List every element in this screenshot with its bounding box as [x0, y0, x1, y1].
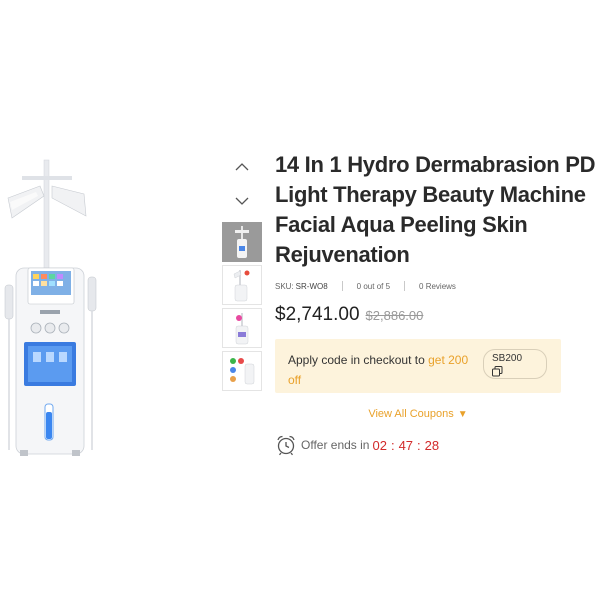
meta-divider: [404, 281, 406, 291]
product-title-line-4: Rejuvenation: [275, 242, 410, 267]
chevron-up-icon: [235, 163, 249, 171]
product-title: 14 In 1 Hydro Dermabrasion PD Light Ther…: [275, 150, 600, 270]
sku-label: SKU:: [275, 281, 294, 291]
coupon-highlight-off: off: [288, 373, 302, 387]
coupon-banner: Apply code in checkout to get 200 off SB…: [275, 339, 561, 393]
product-title-line-1: 14 In 1 Hydro Dermabrasion PD: [275, 152, 596, 177]
countdown-minutes: 47: [398, 437, 414, 453]
offer-label: Offer ends in: [301, 438, 370, 452]
meta-divider: [341, 281, 343, 291]
coupon-code: SB200: [492, 353, 523, 364]
product-info: 14 In 1 Hydro Dermabrasion PD Light Ther…: [275, 150, 600, 456]
original-price: $2,886.00: [365, 308, 424, 323]
thumbnail-prev-button[interactable]: [222, 150, 262, 184]
thumbnail-3[interactable]: [222, 308, 262, 348]
countdown-seconds: 28: [424, 437, 440, 453]
thumbnail-2[interactable]: [222, 265, 262, 305]
view-all-coupons-label: View All Coupons: [368, 408, 454, 420]
main-product-image[interactable]: [0, 150, 110, 460]
view-all-coupons-link[interactable]: View All Coupons ▼: [275, 408, 561, 420]
thumbnail-1[interactable]: [222, 222, 262, 262]
product-meta: SKU: SR-WO8 0 out of 5 0 Reviews: [275, 280, 600, 292]
sku-value: SR-WO8: [295, 281, 328, 291]
alarm-clock-icon: [277, 435, 295, 456]
copy-icon: [492, 366, 503, 377]
countdown-timer: 02:47:28: [372, 437, 440, 453]
coupon-text: Apply code in checkout to get 200 off: [288, 350, 484, 390]
thumbnail-gallery: [222, 150, 262, 394]
product-title-line-3: Facial Aqua Peeling Skin: [275, 212, 528, 237]
thumbnail-4[interactable]: [222, 351, 262, 391]
chevron-down-icon: [235, 197, 249, 205]
price-row: $2,741.00 $2,886.00: [275, 304, 600, 326]
reviews-link[interactable]: 0 Reviews: [419, 282, 456, 291]
countdown-hours: 02: [372, 437, 387, 453]
thumbnail-next-button[interactable]: [222, 184, 262, 218]
coupon-text-lead: Apply code in checkout to: [288, 353, 429, 367]
caret-down-icon: ▼: [457, 409, 468, 420]
current-price: $2,741.00: [275, 304, 360, 325]
offer-countdown: Offer ends in 02:47:28: [275, 434, 600, 456]
product-title-line-2: Light Therapy Beauty Machine: [275, 182, 586, 207]
coupon-highlight: get 200: [428, 353, 469, 367]
rating-text[interactable]: 0 out of 5: [357, 282, 390, 291]
coupon-code-copy-button[interactable]: SB200: [483, 349, 547, 379]
